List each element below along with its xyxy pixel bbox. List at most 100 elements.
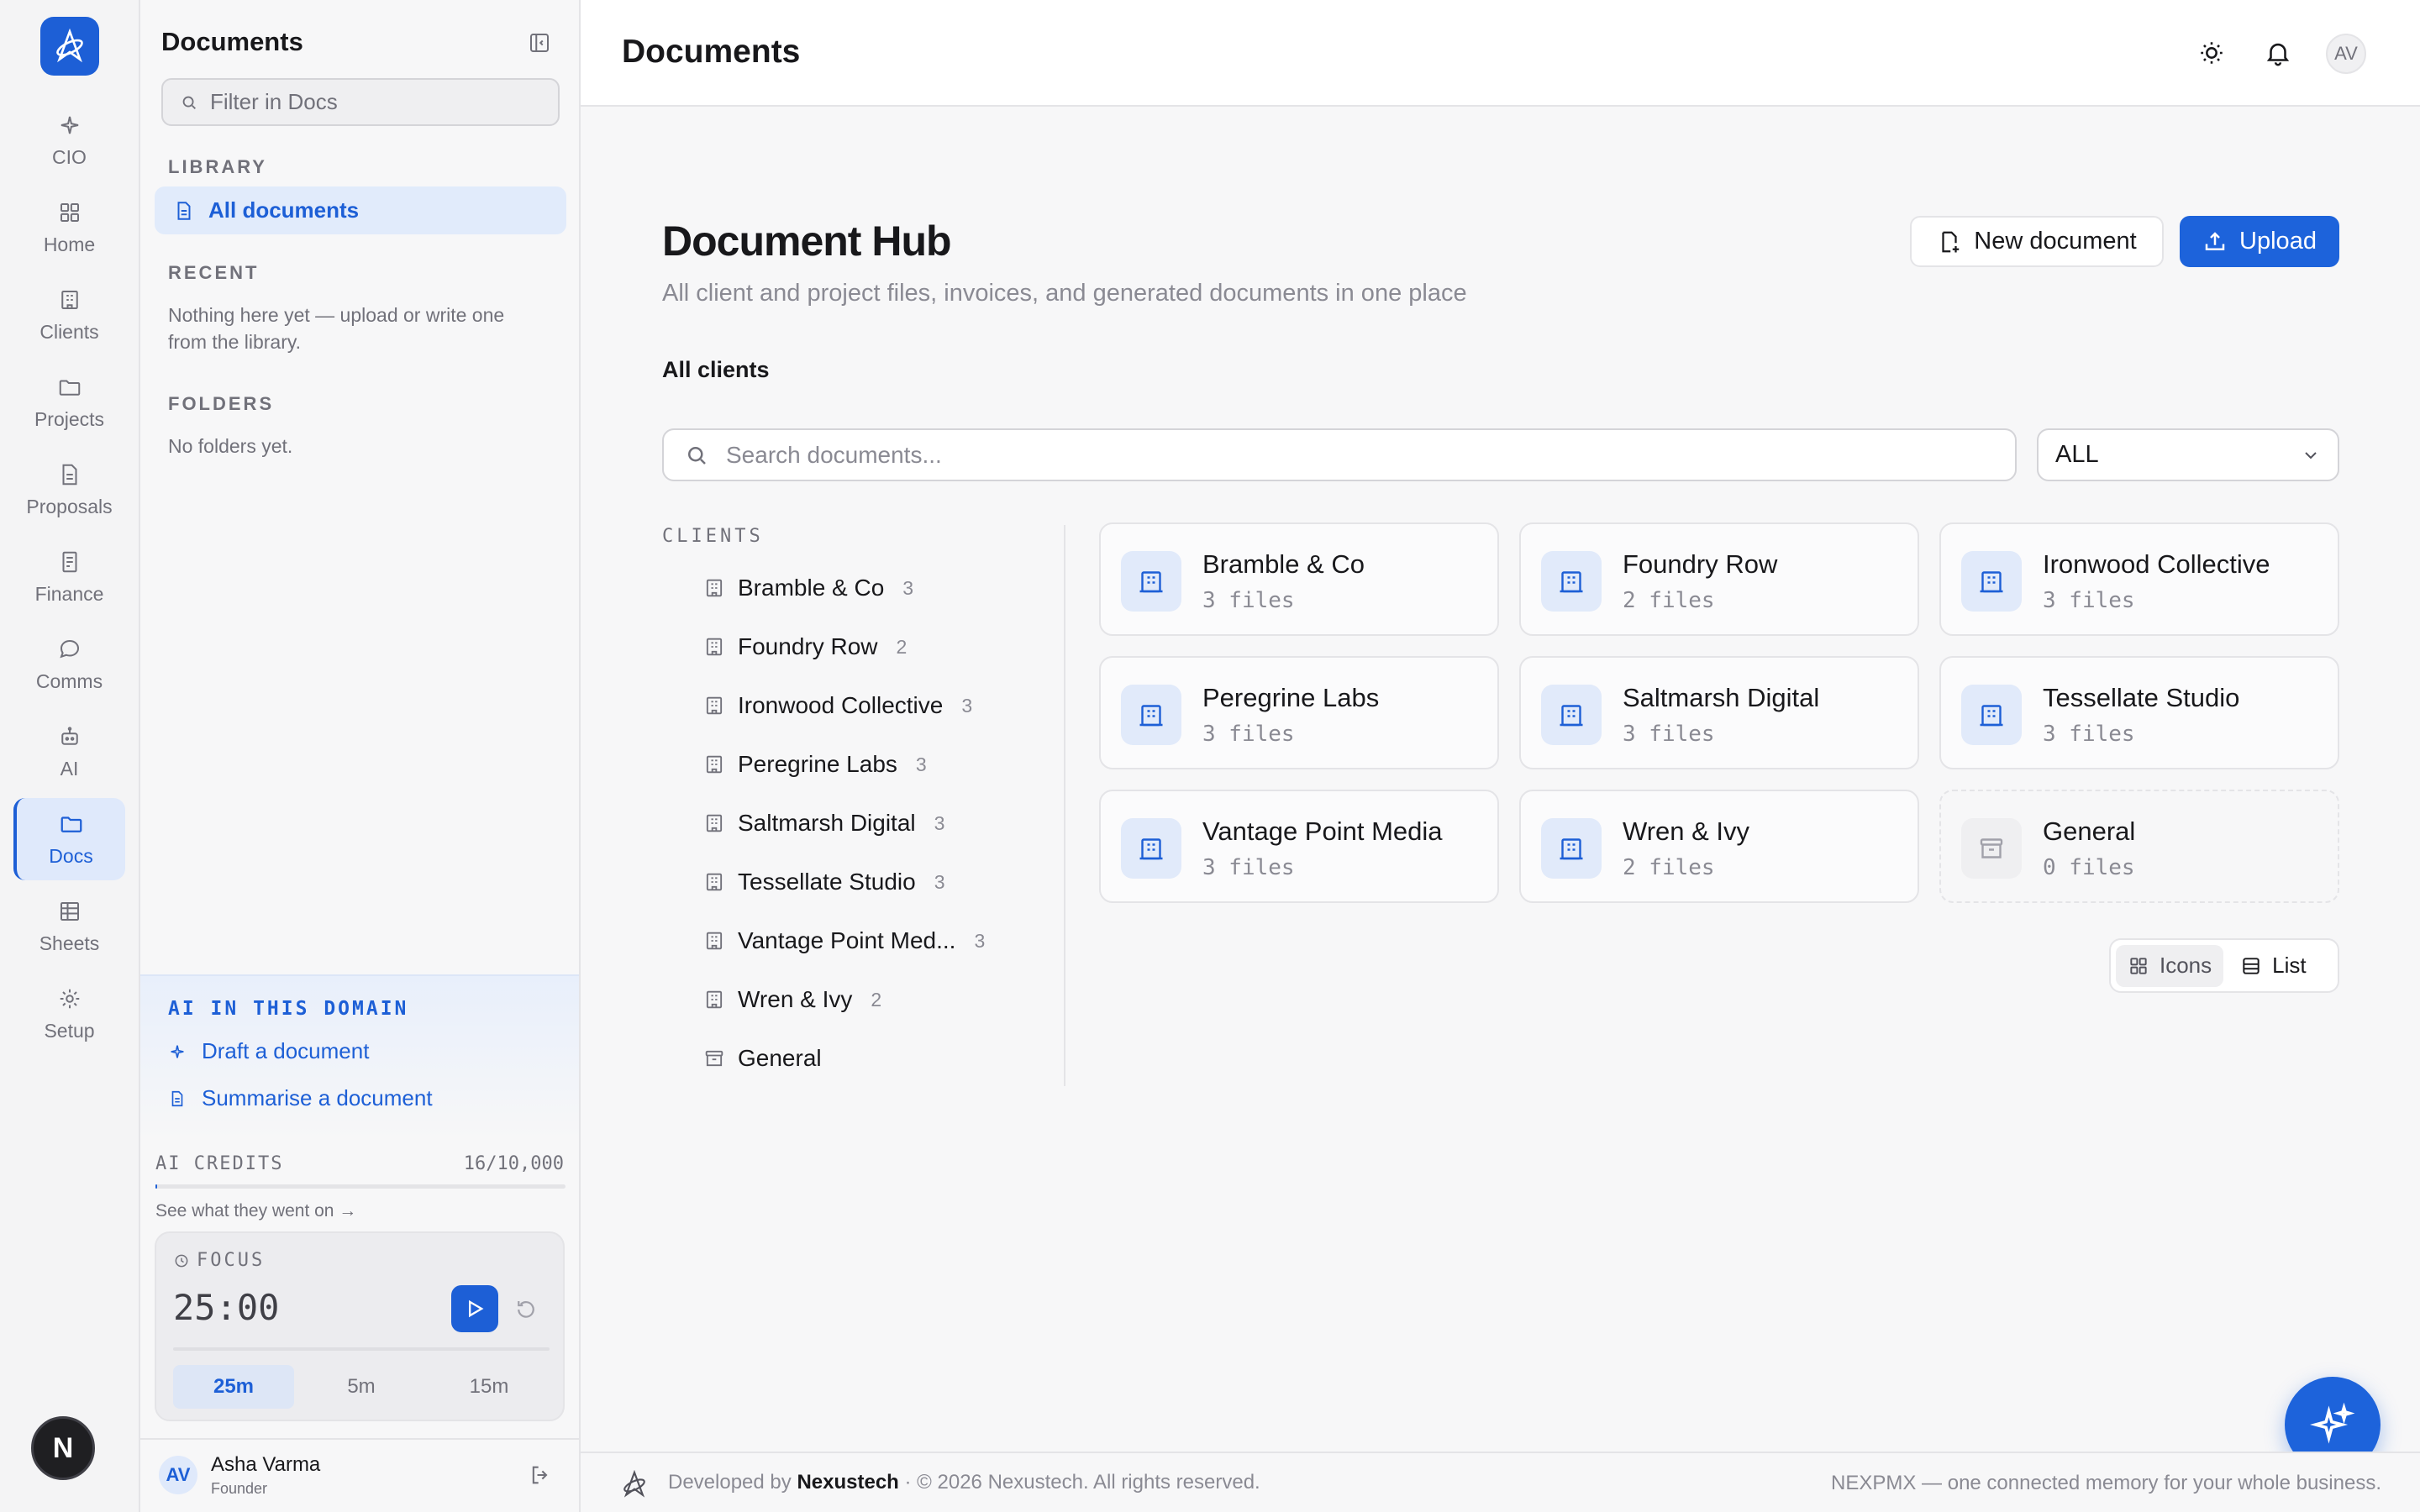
focus-label: FOCUS (173, 1250, 265, 1271)
upload-button[interactable]: Upload (2180, 216, 2339, 267)
ai-credits-bar (155, 1184, 566, 1189)
client-card-name: Ironwood Collective (2043, 549, 2270, 579)
bell-icon[interactable] (2264, 39, 2292, 67)
docs-sidebar: Documents Filter in Docs LIBRARY All doc… (140, 0, 581, 1512)
client-card-files: 3 files (2043, 588, 2135, 613)
list-view-button[interactable]: List (2228, 945, 2317, 987)
icon-rail: CIO Home Clients Projects Proposals Fina… (0, 0, 140, 1512)
rail-item-sheets[interactable]: Sheets (13, 885, 125, 968)
rail-item-proposals[interactable]: Proposals (13, 449, 125, 531)
rail-label: Clients (39, 320, 99, 343)
client-list-item[interactable]: Peregrine Labs 3 (702, 748, 927, 781)
building-icon (1121, 818, 1181, 879)
draft-document-link[interactable]: Draft a document (168, 1038, 369, 1064)
client-card-files: 2 files (1623, 588, 1715, 613)
folder-icon (59, 380, 80, 396)
building-icon (702, 694, 726, 717)
client-card[interactable]: Peregrine Labs 3 files (1099, 656, 1499, 769)
building-icon (1121, 551, 1181, 612)
page-title: Documents (622, 34, 801, 70)
client-name: Tessellate Studio (738, 869, 916, 895)
client-card[interactable]: General 0 files (1939, 790, 2339, 903)
client-card[interactable]: Wren & Ivy 2 files (1519, 790, 1919, 903)
client-card[interactable]: Tessellate Studio 3 files (1939, 656, 2339, 769)
client-list-item[interactable]: Foundry Row 2 (702, 630, 907, 664)
client-count: 3 (961, 694, 973, 717)
new-document-button[interactable]: New document (1910, 216, 2164, 267)
reset-icon[interactable] (513, 1297, 539, 1322)
sun-icon[interactable] (2197, 39, 2226, 67)
client-list-item[interactable]: General (702, 1042, 840, 1075)
client-list-item[interactable]: Wren & Ivy 2 (702, 983, 881, 1016)
all-documents-item[interactable]: All documents (155, 186, 566, 234)
focus-play-button[interactable] (451, 1285, 498, 1332)
client-list-item[interactable]: Vantage Point Med... 3 (702, 924, 985, 958)
sparkle-icon (171, 1044, 184, 1058)
play-icon (469, 1299, 484, 1318)
workspace-avatar[interactable]: N (31, 1416, 95, 1480)
building-icon (702, 753, 726, 776)
footer-company-link[interactable]: Nexustech (797, 1471, 898, 1494)
building-icon (1541, 551, 1602, 612)
rail-item-clients[interactable]: Clients (13, 274, 125, 356)
summarise-document-link[interactable]: Summarise a document (168, 1085, 433, 1111)
rail-item-comms[interactable]: Comms (13, 623, 125, 706)
client-count: 3 (934, 811, 945, 834)
filter-placeholder: Filter in Docs (210, 89, 338, 114)
icons-view-button[interactable]: Icons (2116, 944, 2224, 987)
focus-progress-track (173, 1347, 550, 1351)
timer-icon (175, 1254, 188, 1267)
avatar[interactable]: AV (2326, 34, 2366, 74)
focus-tab-5m[interactable]: 5m (301, 1365, 422, 1409)
client-list-item[interactable]: Bramble & Co 3 (702, 571, 913, 605)
rail-item-setup[interactable]: Setup (13, 973, 125, 1055)
clients-label: CLIENTS (662, 526, 764, 547)
client-list-item[interactable]: Tessellate Studio 3 (702, 865, 944, 899)
client-list-item[interactable]: Ironwood Collective 3 (702, 689, 972, 722)
collapse-sidebar-icon[interactable] (527, 30, 552, 55)
rail-item-docs[interactable]: Docs (13, 798, 125, 880)
hub-subtitle: All client and project files, invoices, … (662, 280, 1467, 307)
client-card[interactable]: Vantage Point Media 3 files (1099, 790, 1499, 903)
client-count: 3 (974, 929, 986, 952)
client-filter-value: ALL (2055, 441, 2099, 468)
building-icon (702, 870, 726, 894)
file-icon (171, 1090, 183, 1106)
app-logo-icon[interactable] (40, 17, 99, 76)
section-heading: All clients (662, 357, 770, 382)
logout-icon[interactable] (529, 1463, 552, 1487)
robot-icon (60, 726, 78, 745)
sidebar-title: Documents (161, 27, 303, 56)
rail-item-projects[interactable]: Projects (13, 361, 125, 444)
client-card-files: 2 files (1623, 855, 1715, 880)
building-icon (702, 811, 726, 835)
rail-item-ai[interactable]: AI (13, 711, 125, 793)
user-name: Asha Varma (211, 1453, 321, 1476)
folders-empty-text: No folders yet. (168, 435, 293, 457)
focus-tab-15m[interactable]: 15m (429, 1365, 550, 1409)
client-card-files: 3 files (2043, 722, 2135, 747)
client-card[interactable]: Saltmarsh Digital 3 files (1519, 656, 1919, 769)
rail-item-finance[interactable]: Finance (13, 536, 125, 618)
rail-item-cio[interactable]: CIO (13, 99, 125, 181)
building-icon (702, 576, 726, 600)
client-count: 2 (871, 988, 882, 1011)
credits-usage-link[interactable]: See what they went on → (155, 1201, 356, 1221)
focus-tab-25m[interactable]: 25m (173, 1365, 294, 1409)
user-profile[interactable]: AV Asha Varma Founder (140, 1438, 579, 1512)
client-list-item[interactable]: Saltmarsh Digital 3 (702, 806, 944, 840)
client-filter-select[interactable]: ALL (2037, 428, 2339, 481)
upload-label: Upload (2239, 228, 2317, 255)
client-card[interactable]: Ironwood Collective 3 files (1939, 522, 2339, 636)
building-icon (1121, 685, 1181, 745)
recent-empty-line: Nothing here yet — upload or write one (168, 304, 505, 326)
client-count: 3 (915, 753, 927, 775)
filter-input[interactable]: Filter in Docs (161, 78, 560, 126)
grid-icon (2130, 957, 2147, 974)
client-card-name: Peregrine Labs (1202, 683, 1380, 712)
rail-item-home[interactable]: Home (13, 186, 125, 269)
focus-duration-tabs: 25m 5m 15m (173, 1365, 550, 1409)
search-input[interactable]: Search documents... (662, 428, 2017, 481)
client-card[interactable]: Bramble & Co 3 files (1099, 522, 1499, 636)
client-card[interactable]: Foundry Row 2 files (1519, 522, 1919, 636)
